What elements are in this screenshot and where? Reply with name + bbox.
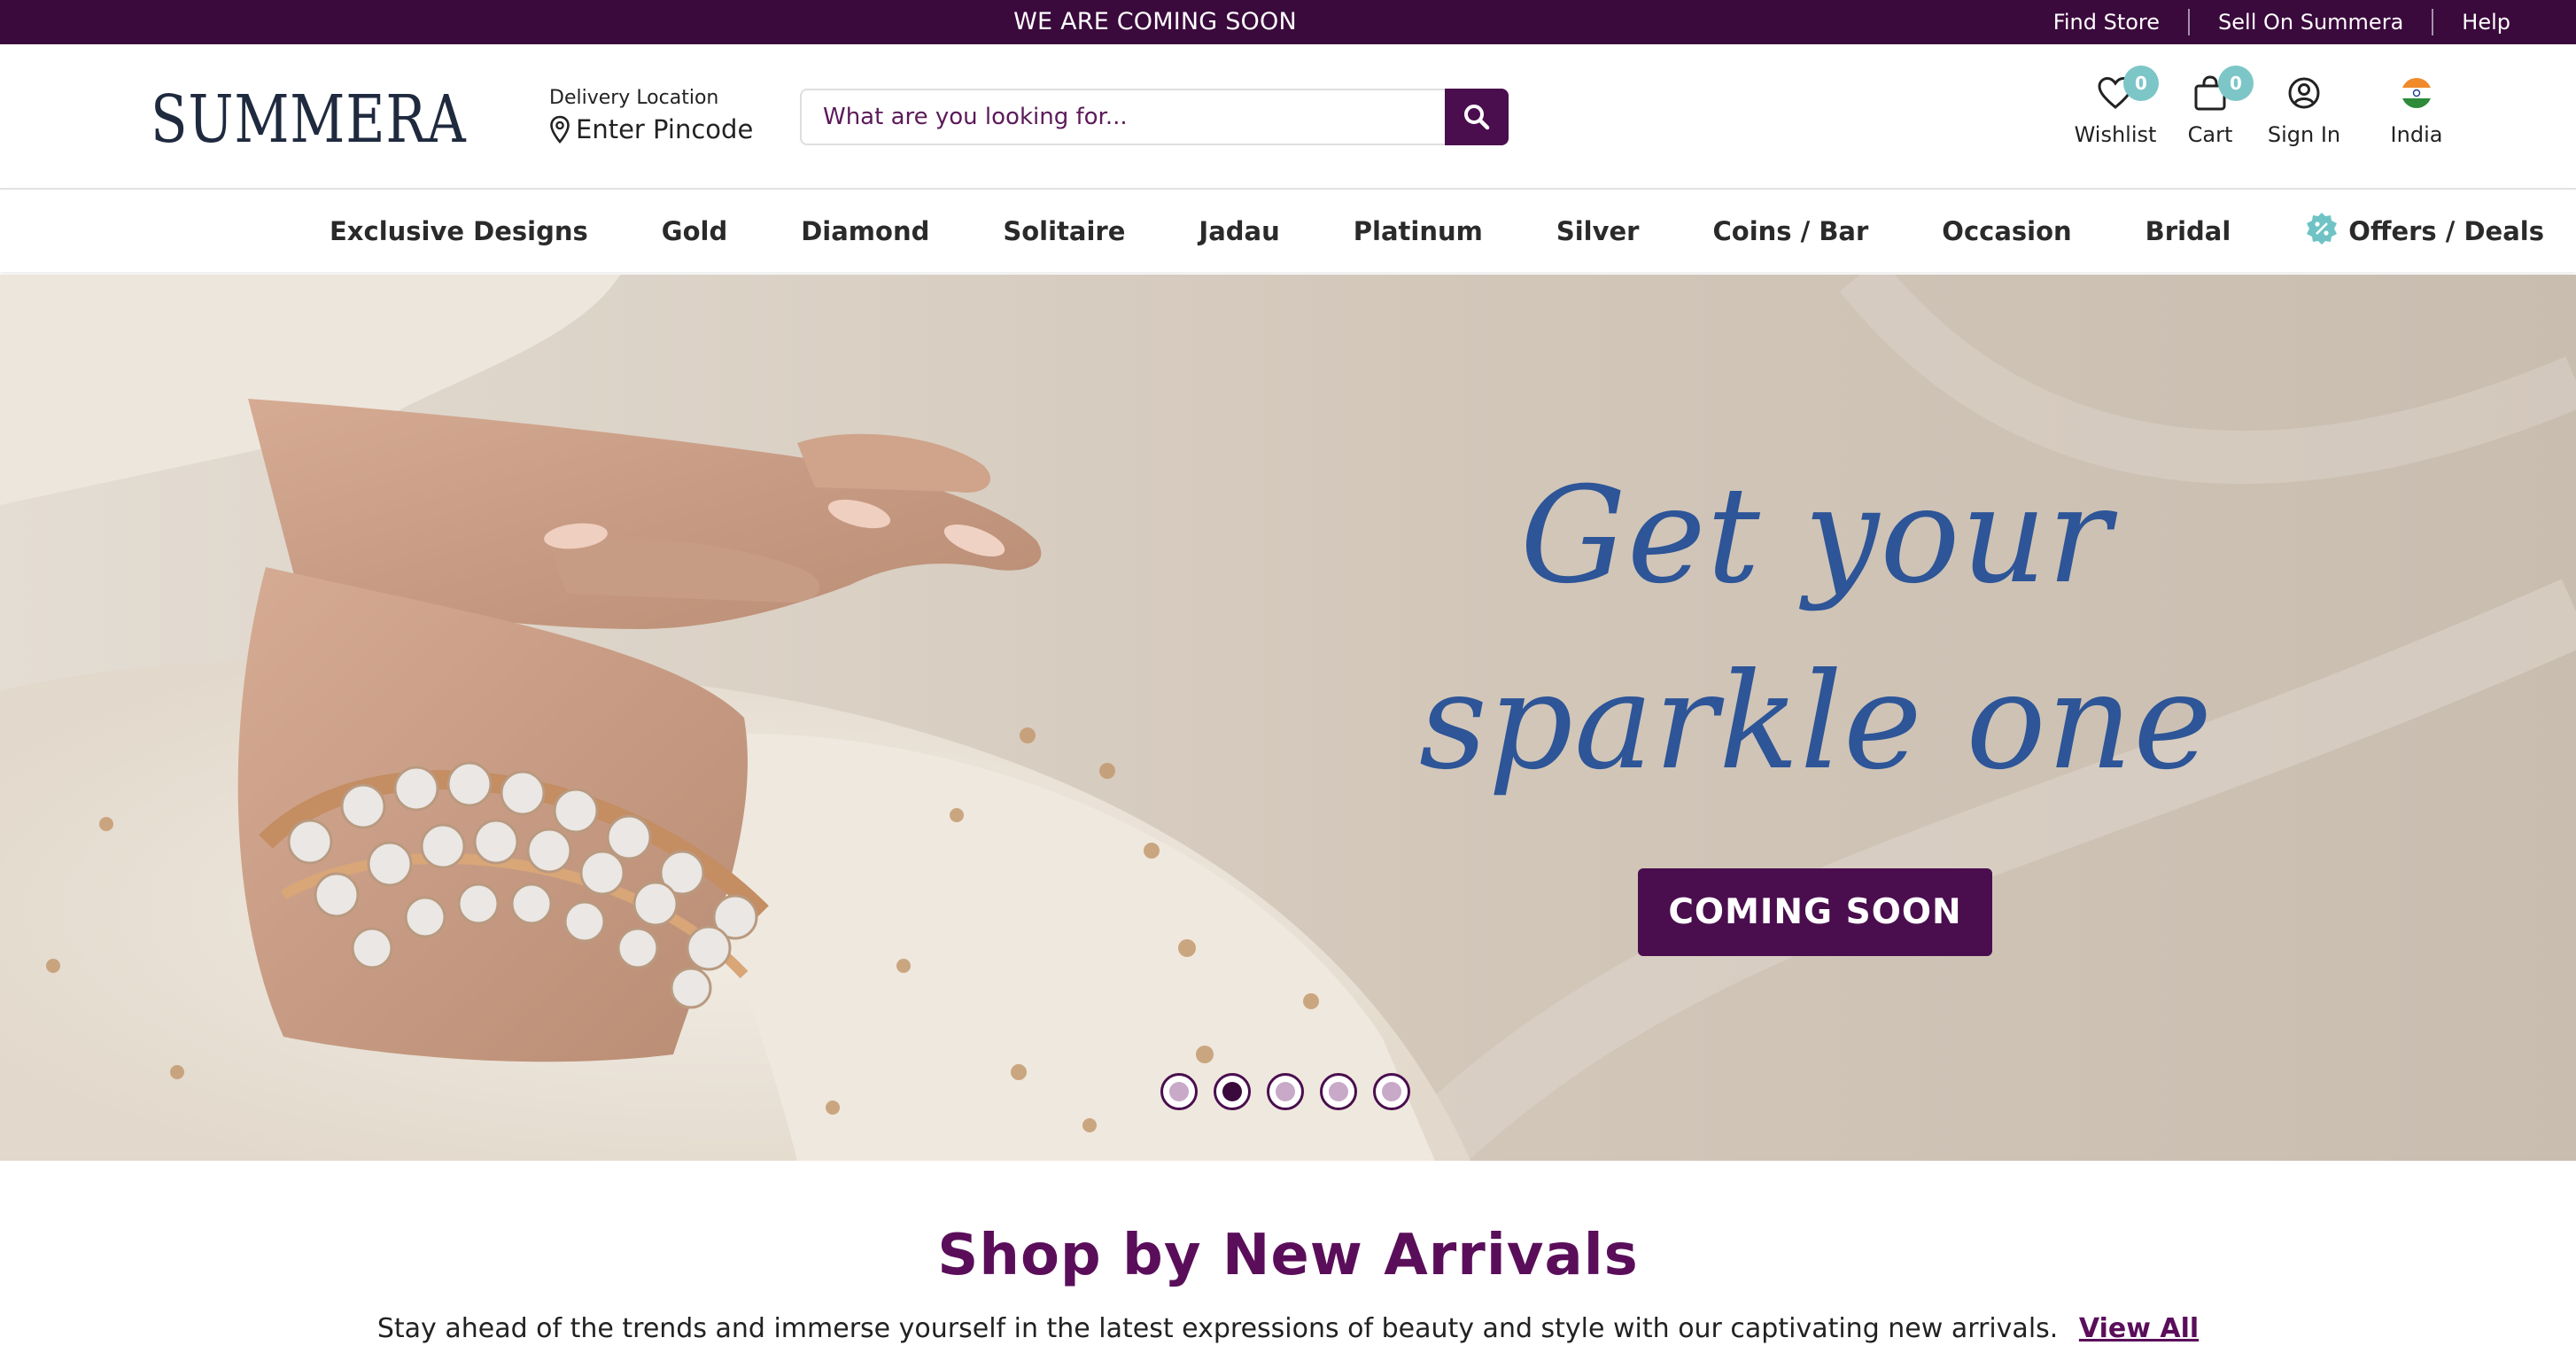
- announcement-text: WE ARE COMING SOON: [1013, 8, 1297, 35]
- coming-soon-button[interactable]: COMING SOON: [1638, 868, 1992, 956]
- nav-item-silver[interactable]: Silver: [1556, 216, 1640, 246]
- nav-item-diamond[interactable]: Diamond: [801, 216, 929, 246]
- india-flag-icon: [2401, 78, 2432, 108]
- hero-headline-line1: Get your: [1520, 459, 2112, 613]
- pincode-selector[interactable]: Enter Pincode: [549, 114, 762, 144]
- section-description-row: Stay ahead of the trends and immerse you…: [0, 1313, 2576, 1344]
- site-header: SUMMERA Delivery Location Enter Pincode …: [0, 44, 2576, 190]
- view-all-link[interactable]: View All: [2079, 1313, 2199, 1344]
- carousel-dot-1[interactable]: [1160, 1073, 1198, 1110]
- nav-item-offers-deals[interactable]: Offers / Deals: [2304, 211, 2544, 253]
- nav-item-coins-bar[interactable]: Coins / Bar: [1712, 216, 1868, 246]
- nav-item-platinum[interactable]: Platinum: [1354, 216, 1483, 246]
- delivery-location-label: Delivery Location: [549, 87, 719, 109]
- section-description: Stay ahead of the trends and immerse you…: [376, 1313, 2059, 1344]
- carousel-dot-5[interactable]: [1373, 1073, 1410, 1110]
- brand-logo[interactable]: SUMMERA: [133, 82, 496, 158]
- help-link[interactable]: Help: [2432, 9, 2539, 35]
- nav-item-jadau[interactable]: Jadau: [1199, 216, 1279, 246]
- wishlist-button[interactable]: 0 Wishlist: [2067, 66, 2164, 147]
- cart-label: Cart: [2187, 122, 2233, 147]
- wishlist-count-badge: 0: [2123, 66, 2159, 101]
- search-button[interactable]: [1445, 89, 1509, 145]
- search-icon: [1464, 105, 1490, 130]
- carousel-dot-3[interactable]: [1267, 1073, 1304, 1110]
- nav-item-gold[interactable]: Gold: [662, 216, 727, 246]
- user-circle-icon: [2288, 77, 2320, 109]
- carousel-pagination: [1160, 1073, 1426, 1110]
- offers-deals-label: Offers / Deals: [2348, 216, 2544, 246]
- search-bar: [800, 89, 1509, 145]
- hero-headline: Get your sparkle one: [1417, 443, 2215, 815]
- country-label: India: [2390, 122, 2443, 147]
- hero-headline-line2: sparkle one: [1418, 645, 2214, 799]
- find-store-link[interactable]: Find Store: [2025, 9, 2188, 35]
- main-navigation: Exclusive Designs Gold Diamond Solitaire…: [0, 191, 2576, 272]
- utility-links: Find Store Sell On Summera Help: [2025, 0, 2539, 44]
- nav-item-exclusive-designs[interactable]: Exclusive Designs: [330, 216, 588, 246]
- delivery-location[interactable]: Delivery Location Enter Pincode: [549, 87, 762, 144]
- wishlist-label: Wishlist: [2074, 122, 2157, 147]
- carousel-dot-2[interactable]: [1214, 1073, 1251, 1110]
- location-pin-icon: [550, 115, 570, 144]
- nav-item-solitaire[interactable]: Solitaire: [1003, 216, 1125, 246]
- brand-name: SUMMERA: [151, 82, 467, 158]
- pincode-text: Enter Pincode: [576, 114, 754, 144]
- section-title: Shop by New Arrivals: [937, 1223, 1639, 1288]
- sign-in-label: Sign In: [2267, 122, 2341, 147]
- nav-item-bridal[interactable]: Bridal: [2145, 216, 2231, 246]
- sign-in-icon-wrap: [2255, 71, 2353, 115]
- cart-icon-wrap: 0: [2161, 66, 2259, 115]
- country-selector[interactable]: India: [2368, 71, 2465, 147]
- wishlist-icon-wrap: 0: [2067, 66, 2164, 115]
- cart-count-badge: 0: [2218, 66, 2254, 101]
- cart-button[interactable]: 0 Cart: [2161, 66, 2259, 147]
- country-icon-wrap: [2368, 71, 2465, 115]
- discount-badge-icon: [2304, 211, 2339, 253]
- announcement-bar: WE ARE COMING SOON Find Store Sell On Su…: [0, 0, 2576, 44]
- sell-on-summera-link[interactable]: Sell On Summera: [2188, 9, 2432, 35]
- carousel-dot-4[interactable]: [1320, 1073, 1357, 1110]
- nav-item-occasion[interactable]: Occasion: [1942, 216, 2071, 246]
- search-input[interactable]: [823, 90, 1354, 144]
- sign-in-button[interactable]: Sign In: [2255, 71, 2353, 147]
- hero-banner[interactable]: Get your sparkle one COMING SOON: [0, 275, 2576, 1161]
